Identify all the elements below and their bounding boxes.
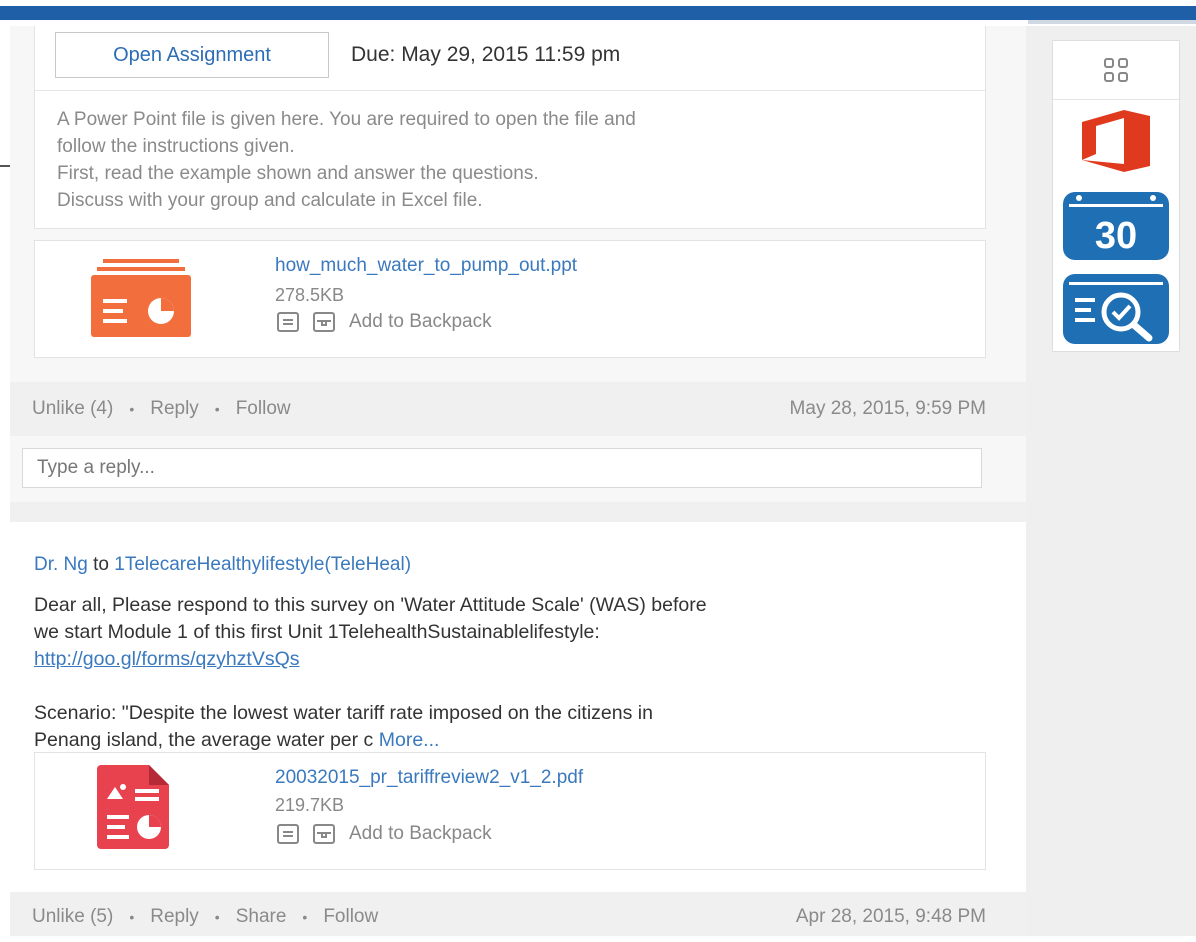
- post-to-label: to: [93, 554, 109, 575]
- header-blue-strip: [0, 6, 1196, 20]
- attachment-card: how_much_water_to_pump_out.ppt 278.5KB A…: [34, 240, 986, 358]
- post-text-line: Scenario: "Despite the lowest water tari…: [34, 702, 653, 724]
- description-line: A Power Point file is given here. You ar…: [57, 109, 636, 130]
- reply-input[interactable]: [22, 448, 982, 488]
- backpack-icon[interactable]: [313, 824, 335, 844]
- description-line: First, read the example shown and answer…: [57, 163, 539, 184]
- author-link[interactable]: Dr. Ng: [34, 554, 88, 575]
- header-divider: [1028, 20, 1196, 24]
- separator-dot: •: [302, 909, 308, 925]
- app-grid-icon: [1104, 58, 1128, 82]
- calendar-app-button[interactable]: 30: [1053, 187, 1179, 263]
- search-review-icon: [1063, 274, 1169, 344]
- backpack-icon[interactable]: [313, 312, 335, 332]
- top-header-bar: [0, 0, 1196, 26]
- post-text-line: we start Module 1 of this first Unit 1Te…: [34, 621, 600, 643]
- ppt-file-icon[interactable]: [91, 259, 191, 339]
- attachment-filesize: 219.7KB: [275, 795, 345, 815]
- divider: [1053, 99, 1179, 100]
- add-to-backpack-link[interactable]: Add to Backpack: [349, 823, 492, 845]
- post-actions-bar: Unlike (4) • Reply • Follow May 28, 2015…: [10, 382, 1026, 436]
- attachment-actions: Add to Backpack: [277, 823, 492, 845]
- left-edge-mark: [0, 165, 10, 167]
- share-link[interactable]: Share: [236, 906, 287, 928]
- attachment-filename-link[interactable]: 20032015_pr_tariffreview2_v1_2.pdf: [275, 767, 583, 789]
- reply-link[interactable]: Reply: [150, 906, 199, 928]
- activity-feed: Open Assignment Due: May 29, 2015 11:59 …: [10, 26, 1026, 942]
- post-text-line: Penang island, the average water per c: [34, 729, 374, 751]
- calendar-day-number: 30: [1095, 215, 1137, 257]
- separator-dot: •: [129, 401, 135, 417]
- unlike-link[interactable]: Unlike (4): [32, 398, 113, 420]
- bottom-edge: [0, 936, 1196, 942]
- follow-link[interactable]: Follow: [236, 398, 291, 420]
- description-line: Discuss with your group and calculate in…: [57, 190, 483, 211]
- more-link[interactable]: More...: [379, 729, 440, 751]
- post-card-assignment: Open Assignment Due: May 29, 2015 11:59 …: [10, 26, 1026, 502]
- divider: [35, 90, 985, 91]
- post-body: Dear all, Please respond to this survey …: [34, 592, 994, 754]
- group-link[interactable]: 1TelecareHealthylifestyle(TeleHeal): [114, 554, 411, 575]
- attachment-card: 20032015_pr_tariffreview2_v1_2.pdf 219.7…: [34, 752, 986, 870]
- search-review-app-button[interactable]: [1053, 271, 1179, 347]
- post-text-line: Dear all, Please respond to this survey …: [34, 594, 707, 616]
- attachment-actions: Add to Backpack: [277, 311, 492, 333]
- separator-dot: •: [129, 909, 135, 925]
- attachment-filename-link[interactable]: how_much_water_to_pump_out.ppt: [275, 255, 577, 277]
- open-assignment-button[interactable]: Open Assignment: [55, 32, 329, 78]
- reply-link[interactable]: Reply: [150, 398, 199, 420]
- post-timestamp: Apr 28, 2015, 9:48 PM: [795, 906, 986, 927]
- post-header: Dr. Ng to 1TelecareHealthylifestyle(Tele…: [34, 554, 411, 576]
- separator-dot: •: [214, 909, 220, 925]
- follow-link[interactable]: Follow: [323, 906, 378, 928]
- survey-url-link[interactable]: http://goo.gl/forms/qzyhztVsQs: [34, 648, 300, 670]
- assignment-description: A Power Point file is given here. You ar…: [57, 106, 957, 214]
- calendar-icon: 30: [1063, 192, 1169, 260]
- separator-dot: •: [214, 401, 220, 417]
- assignment-due-date: Due: May 29, 2015 11:59 pm: [351, 43, 621, 66]
- unlike-link[interactable]: Unlike (5): [32, 906, 113, 928]
- office-icon: [1082, 110, 1150, 172]
- apps-panel: 30: [1052, 40, 1180, 352]
- note-icon[interactable]: [277, 824, 299, 844]
- note-icon[interactable]: [277, 312, 299, 332]
- right-sidebar: 30: [1026, 26, 1196, 942]
- add-to-backpack-link[interactable]: Add to Backpack: [349, 311, 492, 333]
- post-timestamp: May 28, 2015, 9:59 PM: [789, 398, 986, 419]
- office-app-button[interactable]: [1053, 101, 1179, 181]
- post-actions-bar: Unlike (5) • Reply • Share • Follow Apr …: [10, 892, 1026, 942]
- app-grid-button[interactable]: [1053, 41, 1179, 99]
- attachment-filesize: 278.5KB: [275, 285, 345, 305]
- description-line: follow the instructions given.: [57, 136, 295, 157]
- assignment-box: Open Assignment Due: May 29, 2015 11:59 …: [34, 26, 986, 229]
- pdf-file-icon[interactable]: [97, 765, 169, 849]
